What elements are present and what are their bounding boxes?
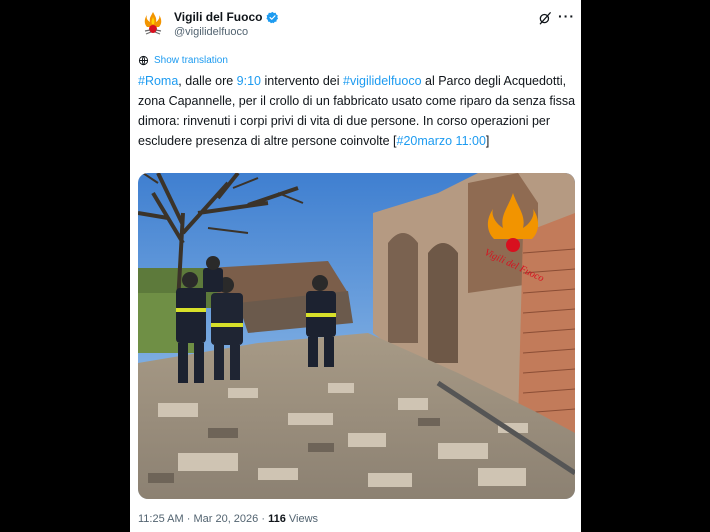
verified-badge-icon	[266, 11, 279, 23]
meta-separator: ·	[258, 513, 269, 525]
tweet-link[interactable]: 9:10	[237, 74, 261, 88]
tweet-text: #Roma, dalle ore 9:10 intervento dei #vi…	[138, 71, 578, 151]
tweet-text-segment: , dalle ore	[178, 74, 237, 88]
translate-icon	[138, 55, 149, 66]
display-name[interactable]: Vigili del Fuoco	[174, 10, 262, 24]
tweet-link[interactable]: #vigilidelfuoco	[343, 74, 422, 88]
tweet-meta: 11:25 AM · Mar 20, 2026 · 116 Views	[138, 513, 318, 525]
views-count: 116	[268, 513, 286, 525]
tweet-link[interactable]: #20marzo 11:00	[397, 134, 486, 148]
handle[interactable]: @vigilidelfuoco	[174, 26, 248, 38]
tweet-text-segment: intervento dei	[261, 74, 344, 88]
tweet-date[interactable]: Mar 20, 2026	[193, 513, 258, 525]
more-options-icon[interactable]: ···	[558, 8, 575, 24]
tweet-time[interactable]: 11:25 AM	[138, 513, 184, 525]
avatar[interactable]	[142, 11, 164, 37]
grok-icon[interactable]	[538, 11, 552, 25]
tweet-card: Vigili del Fuoco @vigilidelfuoco ··· Sho…	[130, 0, 581, 532]
tweet-link[interactable]: #Roma	[138, 74, 178, 88]
views-label: Views	[285, 513, 319, 525]
author-name-row[interactable]: Vigili del Fuoco	[174, 10, 279, 24]
tweet-photo[interactable]: Vigili del Fuoco	[138, 173, 575, 499]
meta-separator: ·	[183, 513, 194, 525]
tweet-text-segment: ]	[485, 134, 490, 148]
show-translation-label[interactable]: Show translation	[154, 55, 228, 66]
show-translation-link[interactable]: Show translation	[138, 55, 228, 66]
